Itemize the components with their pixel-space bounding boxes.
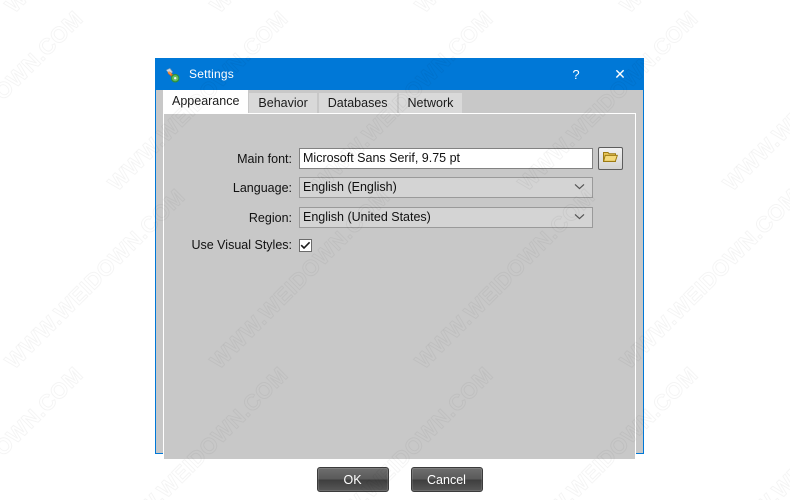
visual-styles-checkbox[interactable] xyxy=(299,238,312,252)
watermark-text: WWW.WEIDOWN.COM xyxy=(717,5,790,196)
main-font-row: Main font: Microsoft Sans Serif, 9.75 pt xyxy=(164,147,623,170)
settings-dialog-window: Settings ? ✕ Appearance Behavior Databas… xyxy=(155,58,644,492)
appearance-tab-panel: Main font: Microsoft Sans Serif, 9.75 pt… xyxy=(163,113,636,460)
chevron-down-icon xyxy=(574,183,585,193)
main-font-input[interactable]: Microsoft Sans Serif, 9.75 pt xyxy=(299,148,593,169)
language-label: Language: xyxy=(232,180,292,195)
language-selected-value: English (English) xyxy=(303,180,397,194)
language-row: Language: English (English) xyxy=(164,177,593,198)
close-button[interactable]: ✕ xyxy=(598,59,642,90)
tab-strip: Appearance Behavior Databases Network xyxy=(156,90,643,113)
visual-styles-label: Use Visual Styles: xyxy=(191,238,292,252)
folder-icon xyxy=(602,150,618,168)
chevron-down-icon xyxy=(574,213,585,223)
tab-behavior[interactable]: Behavior xyxy=(248,92,318,113)
ok-button[interactable]: OK xyxy=(316,467,389,492)
watermark-text: WWW.WEIDOWN.COM xyxy=(0,0,190,18)
watermark-text: WWW.WEIDOWN.COM xyxy=(614,0,790,18)
watermark-text: WWW.WEIDOWN.COM xyxy=(0,5,88,196)
visual-styles-row: Use Visual Styles: xyxy=(164,238,312,252)
region-select[interactable]: English (United States) xyxy=(299,207,593,228)
main-font-browse-button[interactable] xyxy=(598,147,623,170)
help-button[interactable]: ? xyxy=(554,59,598,90)
cancel-button[interactable]: Cancel xyxy=(410,467,483,492)
tab-appearance[interactable]: Appearance xyxy=(163,90,249,113)
watermark-text: WWW.WEIDOWN.COM xyxy=(717,361,790,500)
title-bar: Settings ? ✕ xyxy=(156,59,643,90)
language-select[interactable]: English (English) xyxy=(299,177,593,198)
dialog-button-bar: OK Cancel xyxy=(156,467,643,492)
app-settings-icon xyxy=(164,67,180,83)
region-label: Region: xyxy=(248,210,292,225)
main-font-label: Main font: xyxy=(237,151,292,166)
region-row: Region: English (United States) xyxy=(164,207,593,228)
watermark-text: WWW.WEIDOWN.COM xyxy=(0,361,88,500)
checkmark-icon xyxy=(300,241,311,250)
region-selected-value: English (United States) xyxy=(303,210,431,224)
window-title: Settings xyxy=(189,67,234,81)
watermark-text: WWW.WEIDOWN.COM xyxy=(204,0,395,18)
tab-network[interactable]: Network xyxy=(397,92,464,113)
watermark-text: WWW.WEIDOWN.COM xyxy=(409,0,600,18)
tab-databases[interactable]: Databases xyxy=(317,92,398,113)
